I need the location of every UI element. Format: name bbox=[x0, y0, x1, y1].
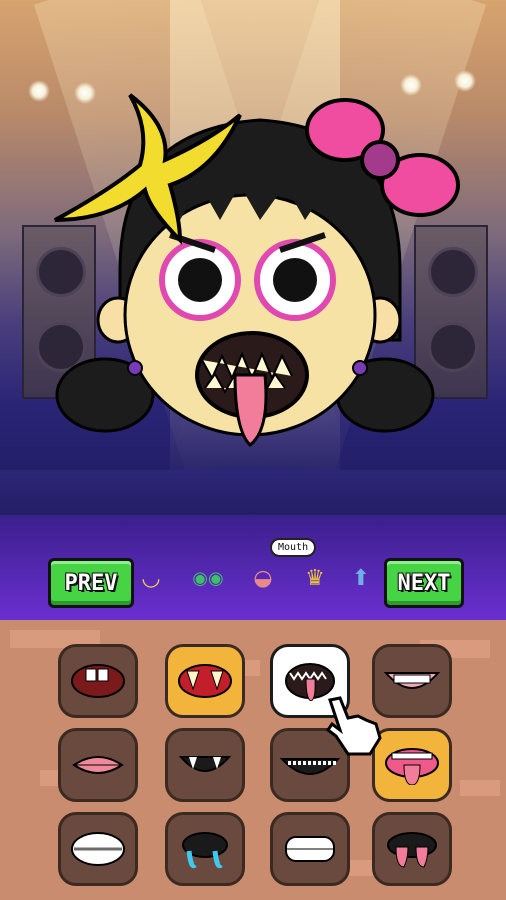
mouth-fangs-gold[interactable] bbox=[165, 644, 245, 718]
mouth-icon[interactable]: ◒ bbox=[248, 566, 278, 592]
eyes-icon[interactable]: ◉◉ bbox=[190, 566, 226, 592]
mouth-buck-teeth[interactable] bbox=[58, 644, 138, 718]
character-avatar bbox=[54, 93, 460, 447]
pointer-hand-icon bbox=[325, 696, 382, 756]
face-icon[interactable]: ◡ bbox=[136, 566, 166, 592]
next-label: NEXT bbox=[397, 570, 451, 596]
mouth-grit-teeth[interactable] bbox=[270, 812, 350, 886]
crown-icon[interactable]: ♛ bbox=[300, 566, 330, 592]
category-tooltip: Mouth bbox=[270, 538, 317, 557]
mouth-vampire[interactable] bbox=[165, 728, 245, 802]
prev-button[interactable]: PREV bbox=[48, 558, 134, 608]
mouth-drool[interactable] bbox=[165, 812, 245, 886]
mouth-double-tongue[interactable] bbox=[372, 812, 452, 886]
next-button[interactable]: NEXT bbox=[384, 558, 464, 608]
body-icon[interactable]: ⬆ bbox=[346, 566, 376, 592]
mouth-pink-lips[interactable] bbox=[58, 728, 138, 802]
prev-label: PREV bbox=[64, 570, 118, 596]
mouth-braces[interactable] bbox=[58, 812, 138, 886]
